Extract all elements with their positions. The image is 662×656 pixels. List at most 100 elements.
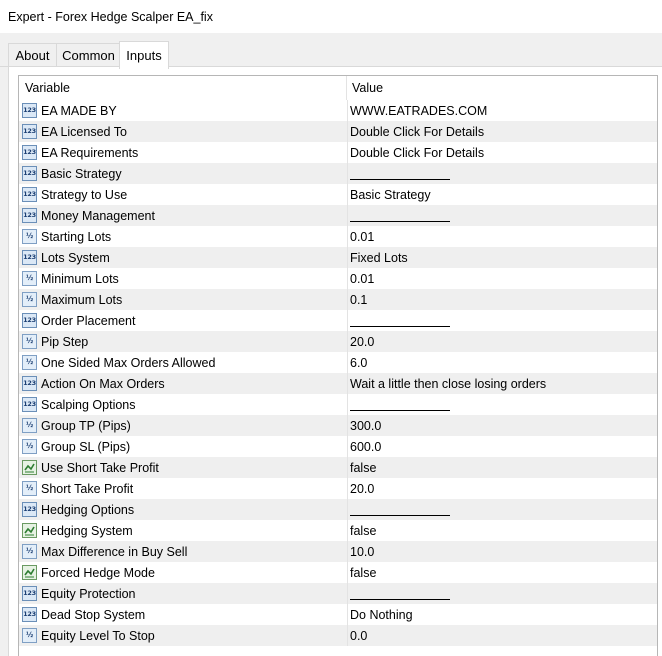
- table-row[interactable]: 123 Scalping Options: [19, 394, 657, 415]
- variable-value[interactable]: 6.0: [350, 352, 656, 373]
- variable-value[interactable]: WWW.EATRADES.COM: [350, 100, 656, 121]
- double-icon: ½: [22, 628, 37, 643]
- table-row[interactable]: ½ Short Take Profit 20.0: [19, 478, 657, 499]
- int-123-icon: 123: [22, 397, 37, 412]
- column-separator: [347, 520, 348, 541]
- variable-value[interactable]: 0.0: [350, 625, 656, 646]
- variable-value[interactable]: 0.01: [350, 226, 656, 247]
- table-row[interactable]: 123 EA MADE BY WWW.EATRADES.COM: [19, 100, 657, 121]
- column-separator: [347, 289, 348, 310]
- table-row[interactable]: 123 Order Placement: [19, 310, 657, 331]
- table-row[interactable]: Forced Hedge Mode false: [19, 562, 657, 583]
- table-row[interactable]: 123 EA Licensed To Double Click For Detail…: [19, 121, 657, 142]
- variable-value[interactable]: false: [350, 457, 656, 478]
- table-row[interactable]: ½ Equity Level To Stop 0.0: [19, 625, 657, 646]
- table-row[interactable]: 123 Dead Stop System Do Nothing: [19, 604, 657, 625]
- variable-name: Basic Strategy: [41, 166, 122, 181]
- table-row[interactable]: 123 Equity Protection: [19, 583, 657, 604]
- variable-name: Minimum Lots: [41, 271, 119, 286]
- column-separator: [347, 205, 348, 226]
- variable-name: EA Requirements: [41, 145, 139, 160]
- column-separator: [347, 457, 348, 478]
- variable-value[interactable]: 20.0: [350, 478, 656, 499]
- column-separator: [347, 352, 348, 373]
- column-separator: [347, 499, 348, 520]
- table-row[interactable]: ½ Minimum Lots 0.01: [19, 268, 657, 289]
- table-row[interactable]: Hedging System false: [19, 520, 657, 541]
- variable-value[interactable]: [350, 310, 656, 331]
- variable-value[interactable]: [350, 583, 656, 604]
- table-row[interactable]: 123 Lots System Fixed Lots: [19, 247, 657, 268]
- column-separator: [347, 562, 348, 583]
- variable-name: Short Take Profit: [41, 481, 134, 496]
- window-title: Expert - Forex Hedge Scalper EA_fix: [8, 9, 213, 24]
- list-rows: 123 EA MADE BY WWW.EATRADES.COM 123 EA Licen…: [19, 100, 657, 646]
- column-separator: [347, 247, 348, 268]
- table-row[interactable]: ½ Pip Step 20.0: [19, 331, 657, 352]
- table-row[interactable]: 123 Money Management: [19, 205, 657, 226]
- variable-value[interactable]: Double Click For Details: [350, 121, 656, 142]
- column-separator: [347, 625, 348, 646]
- table-row[interactable]: Use Short Take Profit false: [19, 457, 657, 478]
- tab-about[interactable]: About: [8, 43, 56, 67]
- int-123-icon: 123: [22, 502, 37, 517]
- variable-value[interactable]: false: [350, 520, 656, 541]
- variable-value[interactable]: [350, 163, 656, 184]
- table-row[interactable]: ½ Group TP (Pips) 300.0: [19, 415, 657, 436]
- double-icon: ½: [22, 355, 37, 370]
- variable-value[interactable]: Fixed Lots: [350, 247, 656, 268]
- table-row[interactable]: 123 Strategy to Use Basic Strategy: [19, 184, 657, 205]
- table-row[interactable]: ½ Max Difference in Buy Sell 10.0: [19, 541, 657, 562]
- variable-name: Use Short Take Profit: [41, 460, 159, 475]
- variable-value[interactable]: Double Click For Details: [350, 142, 656, 163]
- double-icon: ½: [22, 418, 37, 433]
- variable-value[interactable]: false: [350, 562, 656, 583]
- column-separator: [347, 541, 348, 562]
- int-123-icon: 123: [22, 250, 37, 265]
- variable-value[interactable]: 10.0: [350, 541, 656, 562]
- variable-value[interactable]: 20.0: [350, 331, 656, 352]
- variable-value[interactable]: Basic Strategy: [350, 184, 656, 205]
- table-row[interactable]: ½ Starting Lots 0.01: [19, 226, 657, 247]
- tab-inputs[interactable]: Inputs: [119, 41, 169, 69]
- variable-value[interactable]: [350, 499, 656, 520]
- variable-value[interactable]: 0.01: [350, 268, 656, 289]
- section-separator-line: [350, 326, 450, 327]
- variable-name: Hedging Options: [41, 502, 135, 517]
- column-separator: [347, 142, 348, 163]
- variable-value[interactable]: 300.0: [350, 415, 656, 436]
- variable-value[interactable]: [350, 394, 656, 415]
- table-row[interactable]: 123 Basic Strategy: [19, 163, 657, 184]
- column-separator: [347, 121, 348, 142]
- variable-name: Scalping Options: [41, 397, 136, 412]
- column-separator: [347, 394, 348, 415]
- int-123-icon: 123: [22, 187, 37, 202]
- section-separator-line: [350, 515, 450, 516]
- int-123-icon: 123: [22, 376, 37, 391]
- variable-value[interactable]: Do Nothing: [350, 604, 656, 625]
- tab-bar: About Common Inputs: [0, 33, 662, 69]
- double-icon: ½: [22, 481, 37, 496]
- table-row[interactable]: ½ Maximum Lots 0.1: [19, 289, 657, 310]
- bool-icon: [22, 565, 37, 580]
- variable-value[interactable]: [350, 205, 656, 226]
- table-row[interactable]: ½ One Sided Max Orders Allowed 6.0: [19, 352, 657, 373]
- table-row[interactable]: 123 EA Requirements Double Click For Detai…: [19, 142, 657, 163]
- variable-name: EA Licensed To: [41, 124, 127, 139]
- inputs-list[interactable]: Variable Value 123 EA MADE BY WWW.EATRADES…: [18, 75, 658, 656]
- column-separator: [347, 310, 348, 331]
- column-separator: [347, 415, 348, 436]
- variable-value[interactable]: 600.0: [350, 436, 656, 457]
- variable-value[interactable]: 0.1: [350, 289, 656, 310]
- table-row[interactable]: 123 Action On Max Orders Wait a little the…: [19, 373, 657, 394]
- double-icon: ½: [22, 271, 37, 286]
- column-separator: [347, 478, 348, 499]
- int-123-icon: 123: [22, 313, 37, 328]
- column-header-value[interactable]: Value: [348, 76, 657, 100]
- variable-value[interactable]: Wait a little then close losing orders: [350, 373, 656, 394]
- table-row[interactable]: 123 Hedging Options: [19, 499, 657, 520]
- column-header-variable[interactable]: Variable: [19, 76, 347, 100]
- table-row[interactable]: ½ Group SL (Pips) 600.0: [19, 436, 657, 457]
- int-123-icon: 123: [22, 124, 37, 139]
- tab-common[interactable]: Common: [56, 43, 120, 67]
